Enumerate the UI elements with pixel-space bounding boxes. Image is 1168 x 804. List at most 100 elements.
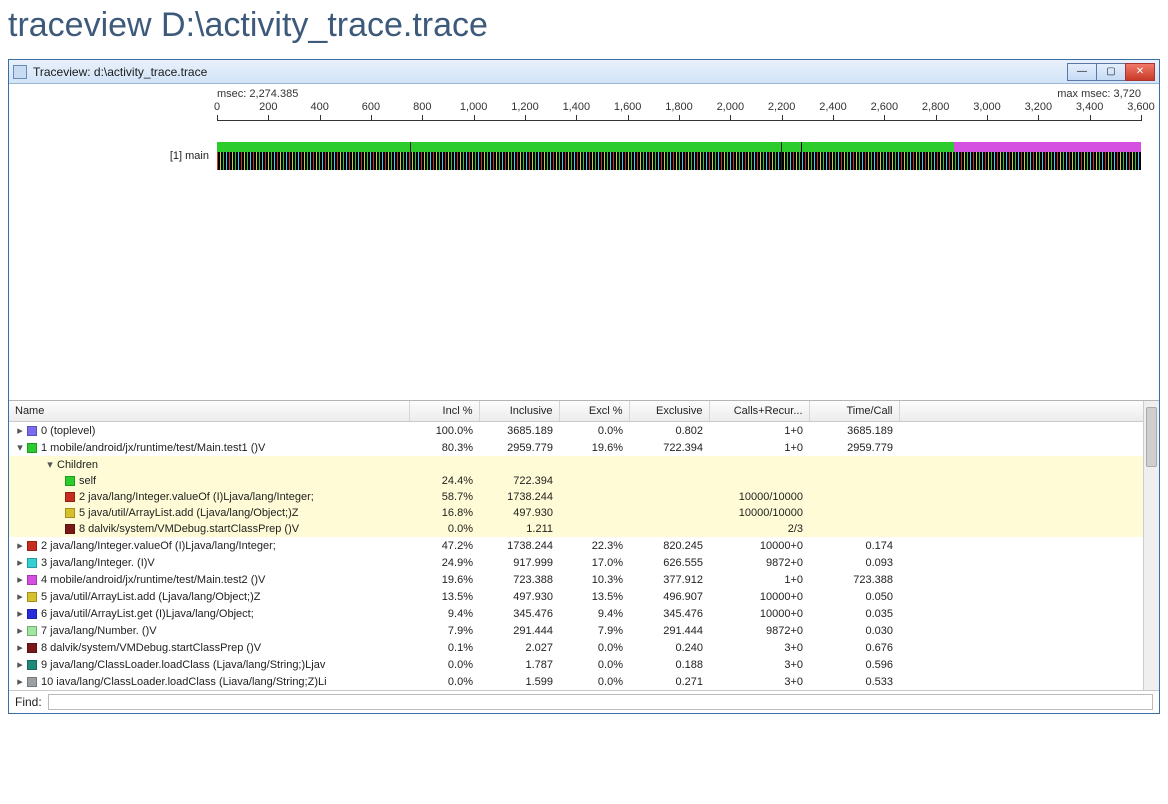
- ruler-tick-label: 1,200: [511, 101, 539, 113]
- maximize-button[interactable]: ▢: [1096, 63, 1126, 81]
- cell-spacer: [899, 656, 1159, 673]
- col-exclusive[interactable]: Exclusive: [629, 401, 709, 422]
- table-row[interactable]: ▸5 java/util/ArrayList.add (Ljava/lang/O…: [9, 588, 1159, 605]
- cell-exclusive: 0.802: [629, 422, 709, 440]
- cell-exclusive: 0.188: [629, 656, 709, 673]
- cell-excl-pct: [559, 521, 629, 537]
- method-color-swatch: [27, 575, 37, 585]
- time-cursor[interactable]: [801, 142, 802, 170]
- table-row[interactable]: ▸4 mobile/android/jx/runtime/test/Main.t…: [9, 571, 1159, 588]
- table-row[interactable]: ▸3 java/lang/Integer. (I)V24.9%917.99917…: [9, 554, 1159, 571]
- cell-excl-pct: 19.6%: [559, 439, 629, 456]
- table-row[interactable]: ▸7 java/lang/Number. ()V7.9%291.4447.9%2…: [9, 622, 1159, 639]
- cell-excl-pct: 9.4%: [559, 605, 629, 622]
- timeline-panel: msec: 2,274.385 max msec: 3,720 02004006…: [9, 84, 1159, 400]
- cell-calls: 10000/10000: [709, 505, 809, 521]
- method-color-swatch: [65, 524, 75, 534]
- method-name: 2 java/lang/Integer.valueOf (I)Ljava/lan…: [41, 540, 276, 552]
- ruler-tick-label: 1,000: [460, 101, 488, 113]
- table-row[interactable]: ▸ 2 java/lang/Integer.valueOf (I)Ljava/la…: [9, 537, 1159, 554]
- cell-exclusive: 291.444: [629, 622, 709, 639]
- table-row[interactable]: ▸8 dalvik/system/VMDebug.startClassPrep …: [9, 639, 1159, 656]
- expand-icon[interactable]: ▸: [15, 624, 25, 637]
- col-excl-pct[interactable]: Excl %: [559, 401, 629, 422]
- msec-max-label: max msec: 3,720: [1057, 88, 1141, 100]
- table-row[interactable]: 5 java/util/ArrayList.add (Ljava/lang/Ob…: [9, 505, 1159, 521]
- cell-exclusive: 0.271: [629, 673, 709, 690]
- table-row[interactable]: self24.4%722.394: [9, 473, 1159, 489]
- cell-spacer: [899, 456, 1159, 473]
- col-timecall[interactable]: Time/Call: [809, 401, 899, 422]
- timeline-empty-area: [19, 170, 1149, 400]
- table-row[interactable]: ▸0 (toplevel)100.0%3685.1890.0%0.8021+03…: [9, 422, 1159, 440]
- cell-incl-pct: 24.9%: [409, 554, 479, 571]
- cell-calls: 3+0: [709, 639, 809, 656]
- cell-exclusive: 377.912: [629, 571, 709, 588]
- expand-icon[interactable]: ▸: [15, 424, 25, 437]
- expand-icon[interactable]: ▾: [15, 441, 25, 454]
- expand-icon[interactable]: ▾: [45, 458, 55, 471]
- col-inclusive[interactable]: Inclusive: [479, 401, 559, 422]
- cell-calls: 1+0: [709, 439, 809, 456]
- cell-spacer: [899, 521, 1159, 537]
- cell-timecall: 2959.779: [809, 439, 899, 456]
- cell-exclusive: 820.245: [629, 537, 709, 554]
- expand-icon[interactable]: ▸: [15, 556, 25, 569]
- cell-spacer: [899, 622, 1159, 639]
- cell-timecall: 0.174: [809, 537, 899, 554]
- ruler-tick-label: 3,200: [1025, 101, 1053, 113]
- expand-icon[interactable]: ▸: [15, 658, 25, 671]
- cell-calls: 10000+0: [709, 588, 809, 605]
- vertical-scrollbar[interactable]: [1143, 401, 1159, 690]
- close-button[interactable]: ✕: [1125, 63, 1155, 81]
- ruler-tick-label: 3,600: [1127, 101, 1155, 113]
- cell-incl-pct: 0.0%: [409, 521, 479, 537]
- cell-incl-pct: 19.6%: [409, 571, 479, 588]
- cell-excl-pct: [559, 456, 629, 473]
- cell-timecall: 0.035: [809, 605, 899, 622]
- cell-spacer: [899, 422, 1159, 440]
- method-name: 7 java/lang/Number. ()V: [41, 625, 157, 637]
- trace-bar[interactable]: [217, 142, 1141, 170]
- table-row[interactable]: 8 dalvik/system/VMDebug.startClassPrep (…: [9, 521, 1159, 537]
- cell-excl-pct: 17.0%: [559, 554, 629, 571]
- ruler-tick: [525, 115, 526, 121]
- expand-icon[interactable]: ▸: [15, 590, 25, 603]
- expand-icon[interactable]: ▸: [15, 607, 25, 620]
- cell-inclusive: 722.394: [479, 473, 559, 489]
- table-row[interactable]: ▸6 java/util/ArrayList.get (I)Ljava/lang…: [9, 605, 1159, 622]
- expand-icon[interactable]: ▸: [15, 539, 25, 552]
- method-name: 5 java/util/ArrayList.add (Ljava/lang/Ob…: [79, 507, 299, 519]
- cell-inclusive: 291.444: [479, 622, 559, 639]
- table-row[interactable]: ▸10 iava/lang/ClassLoader.loadClass (Lia…: [9, 673, 1159, 690]
- ruler-tick-label: 1,600: [614, 101, 642, 113]
- table-row[interactable]: 2 java/lang/Integer.valueOf (I)Ljava/lan…: [9, 489, 1159, 505]
- find-input[interactable]: [48, 694, 1153, 710]
- table-row[interactable]: ▸9 java/lang/ClassLoader.loadClass (Ljav…: [9, 656, 1159, 673]
- expand-icon[interactable]: ▸: [15, 675, 25, 688]
- selection-box[interactable]: [410, 142, 782, 170]
- cell-inclusive: 497.930: [479, 505, 559, 521]
- col-name[interactable]: Name: [9, 401, 409, 422]
- ruler-tick-label: 2,000: [717, 101, 745, 113]
- time-ruler[interactable]: 02004006008001,0001,2001,4001,6001,8002,…: [217, 120, 1141, 142]
- col-spacer: [899, 401, 1159, 422]
- ruler-tick: [628, 115, 629, 121]
- ruler-tick: [268, 115, 269, 121]
- col-incl-pct[interactable]: Incl %: [409, 401, 479, 422]
- titlebar[interactable]: Traceview: d:\activity_trace.trace — ▢ ✕: [9, 60, 1159, 84]
- table-row[interactable]: ▾1 mobile/android/jx/runtime/test/Main.t…: [9, 439, 1159, 456]
- cell-timecall: 0.676: [809, 639, 899, 656]
- expand-icon[interactable]: ▸: [15, 573, 25, 586]
- expand-icon[interactable]: ▸: [15, 641, 25, 654]
- ruler-tick: [371, 115, 372, 121]
- cell-incl-pct: 13.5%: [409, 588, 479, 605]
- cell-inclusive: 1738.244: [479, 537, 559, 554]
- table-row[interactable]: ▾Children: [9, 456, 1159, 473]
- cell-exclusive: 345.476: [629, 605, 709, 622]
- minimize-button[interactable]: —: [1067, 63, 1097, 81]
- scrollbar-thumb[interactable]: [1146, 407, 1157, 467]
- cell-inclusive: 1.599: [479, 673, 559, 690]
- col-calls[interactable]: Calls+Recur...: [709, 401, 809, 422]
- method-color-swatch: [27, 677, 37, 687]
